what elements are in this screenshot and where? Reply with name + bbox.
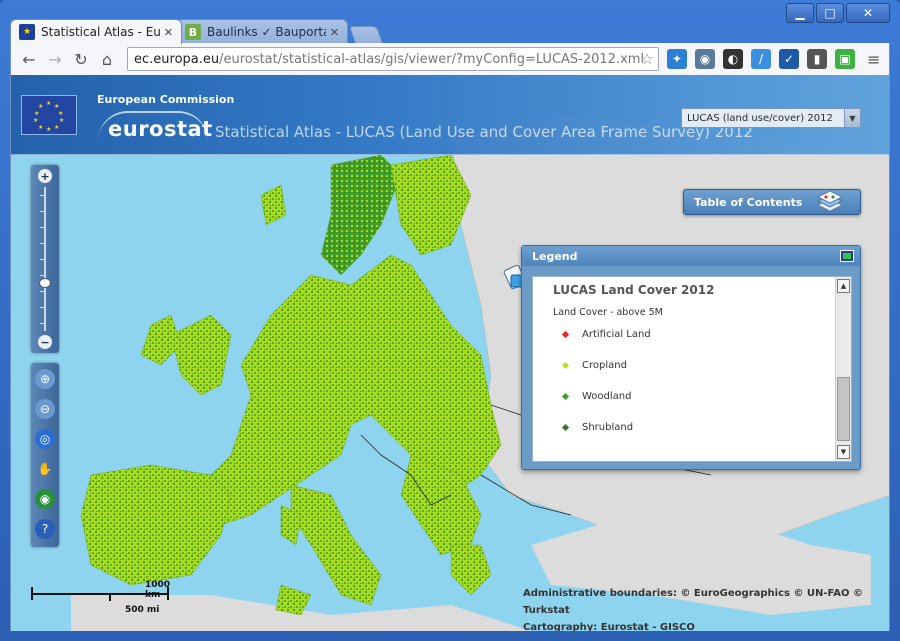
table-of-contents-button[interactable]: Table of Contents [683,189,861,215]
page-title: Statistical Atlas - LUCAS (Land Use and … [215,123,753,141]
attribution-boundaries: Administrative boundaries: © EuroGeograp… [523,588,863,616]
legend-item-label: Artificial Land [582,329,651,340]
tab-baulinks[interactable]: B Baulinks ✓ Bauportal ✕ [176,19,348,44]
close-tab-icon[interactable]: ✕ [164,26,173,39]
legend-item: Artificial Land [561,329,651,340]
zoom-tick [40,291,44,292]
zoom-out-tool-icon[interactable]: ⊖ [35,399,55,419]
zoom-in-tool-icon[interactable]: ⊕ [35,369,55,389]
scroll-down-icon[interactable]: ▼ [837,445,850,459]
zoom-tick [40,275,44,276]
close-tab-icon[interactable]: ✕ [330,26,339,39]
address-bar[interactable]: ec.europa.eu/eurostat/statistical-atlas/… [127,47,659,71]
maximize-button[interactable]: □ [816,3,844,23]
scale-mi-label: 500 mi [125,605,160,615]
legend-item: Woodland [561,391,632,402]
cropland-swatch [561,361,570,370]
extension-tag-icon[interactable]: ▮ [807,49,827,69]
scroll-up-icon[interactable]: ▲ [837,279,850,293]
tab-label: Statistical Atlas - Eurost [41,25,160,39]
legend-header: Legend [522,246,860,266]
organisation-label: European Commission [97,93,235,106]
toc-label: Table of Contents [694,195,803,209]
bookmark-star-icon[interactable]: ☆ [641,50,654,68]
legend-item-label: Woodland [582,391,632,402]
eurostat-header: ★ ★ ★ ★ ★ ★ ★ ★ ★ ★ European Commission … [11,75,889,155]
extension-robot-icon[interactable]: ▣ [835,49,855,69]
zoom-in-icon[interactable]: + [38,169,52,183]
tab-label: Baulinks ✓ Bauportal [207,25,326,39]
forward-button[interactable]: → [43,47,67,71]
help-icon[interactable]: ? [35,519,55,539]
new-tab-button[interactable] [348,26,384,44]
extension-owl-icon[interactable]: ◉ [695,49,715,69]
legend-title: LUCAS Land Cover 2012 [553,283,715,297]
zoom-slider-panel: + − [31,165,59,353]
zoom-tick [40,259,44,260]
shrubland-swatch [561,423,570,432]
tab-strip: ★ Statistical Atlas - Eurost ✕ B Baulink… [10,18,384,44]
legend-subtitle: Land Cover - above 5M [553,307,663,318]
tab-statistical-atlas[interactable]: ★ Statistical Atlas - Eurost ✕ [10,19,182,44]
scale-mid-tick [109,594,111,601]
maximize-legend-icon[interactable] [840,250,854,262]
baulinks-favicon-icon: B [185,24,201,40]
zoom-tick [40,227,44,228]
close-window-button[interactable]: ✕ [846,3,890,23]
legend-item-label: Cropland [582,360,627,371]
legend-item-label: Shrubland [582,422,634,433]
back-button[interactable]: ← [17,47,41,71]
eu-flag-favicon-icon: ★ [19,24,35,40]
zoom-tick [40,195,44,196]
extension-icon[interactable]: ✦ [667,49,687,69]
legend-scrollbar[interactable]: ▲ ▼ [835,277,851,461]
extension-check-icon[interactable]: ✓ [779,49,799,69]
pan-hand-icon[interactable]: ✋ [35,459,55,479]
legend-item: Shrubland [561,422,634,433]
scale-line [31,587,169,600]
legend-content[interactable]: LUCAS Land Cover 2012 Land Cover - above… [532,276,852,462]
layer-select-value: LUCAS (land use/cover) 2012 [687,112,833,124]
legend-panel: Legend LUCAS Land Cover 2012 Land Cover … [521,245,861,470]
zoom-tick [40,323,44,324]
zoom-slider-track[interactable] [44,187,46,331]
map-attribution: Administrative boundaries: © EuroGeograp… [523,585,889,631]
eu-land-cover [80,154,502,616]
legend-item: Cropland [561,360,627,371]
eurostat-logo[interactable]: eurostat [98,111,213,141]
window-controls: ▁ □ ✕ [786,3,890,23]
zoom-slider-thumb[interactable] [39,278,51,288]
reload-button[interactable]: ↻ [69,47,93,71]
layer-select[interactable]: LUCAS (land use/cover) 2012 ▼ [681,108,861,128]
extension-feather-icon[interactable]: / [751,49,771,69]
eu-flag-logo: ★ ★ ★ ★ ★ ★ ★ ★ ★ ★ [21,95,77,135]
extension-incognito-icon[interactable]: ◐ [723,49,743,69]
chevron-down-icon[interactable]: ▼ [844,109,860,127]
globe-icon[interactable]: ◉ [35,489,55,509]
zoom-tick [40,243,44,244]
map-tools-panel: ⊕ ⊖ ◎ ✋ ◉ ? [31,363,59,547]
attribution-cartography: Cartography: Eurostat - GISCO [523,622,695,631]
zoom-out-icon[interactable]: − [38,335,52,349]
scale-bar: 1000 km 500 mi [29,580,170,615]
zoom-tick [40,211,44,212]
artificial-land-swatch [561,330,570,339]
minimize-button[interactable]: ▁ [786,3,814,23]
url-path: /eurostat/statistical-atlas/gis/viewer/?… [219,51,645,67]
browser-window: ▁ □ ✕ ★ Statistical Atlas - Eurost ✕ B B… [0,0,900,641]
browser-menu-icon[interactable]: ≡ [867,50,880,69]
full-extent-icon[interactable]: ◎ [35,429,55,449]
legend-header-label: Legend [532,249,578,263]
woodland-swatch [561,392,570,401]
page-viewport: ★ ★ ★ ★ ★ ★ ★ ★ ★ ★ European Commission … [10,75,890,631]
browser-toolbar: ← → ↻ ⌂ ec.europa.eu/eurostat/statistica… [10,43,890,75]
layers-icon [817,191,843,212]
url-host: ec.europa.eu [134,51,220,67]
home-icon[interactable]: ⌂ [95,47,119,71]
scroll-thumb[interactable] [837,377,850,441]
zoom-tick [40,307,44,308]
